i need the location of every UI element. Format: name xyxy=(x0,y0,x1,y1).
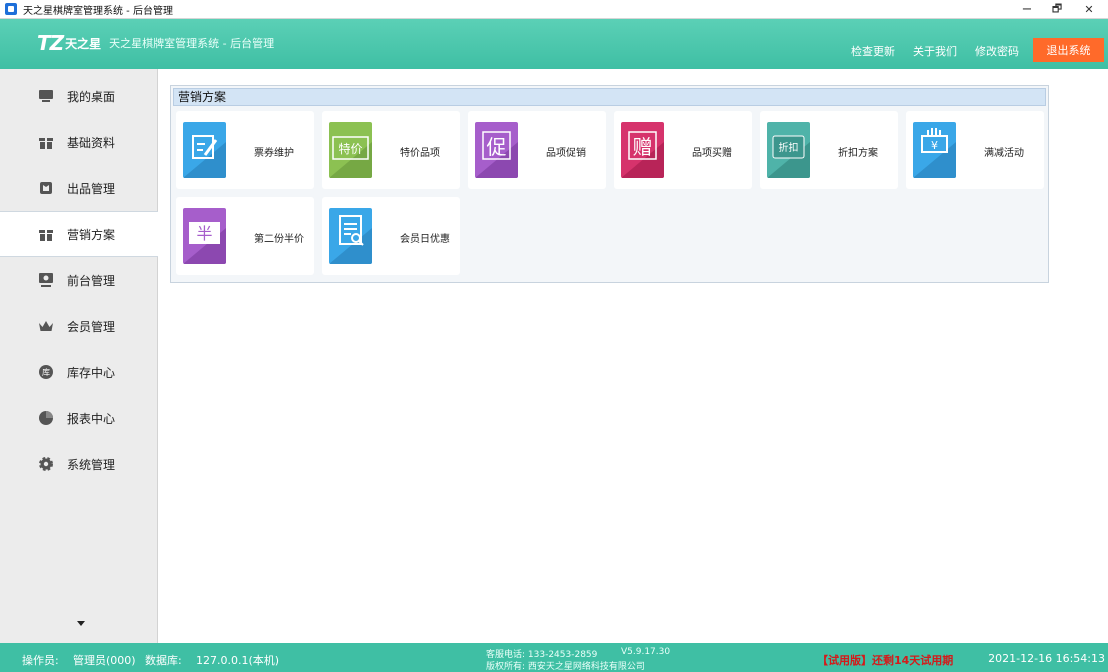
svg-text:赠: 赠 xyxy=(633,135,653,159)
tile-discount-plan[interactable]: 折扣 折扣方案 xyxy=(760,111,898,189)
monitor-icon xyxy=(38,88,54,104)
sidebar-item-label: 基础资料 xyxy=(67,135,116,150)
operator-value: 管理员(000) xyxy=(73,654,136,667)
sidebar-item-marketing[interactable]: 营销方案 xyxy=(0,211,158,257)
ticket-edit-icon xyxy=(183,122,226,178)
warehouse-icon: 库 xyxy=(38,364,54,380)
crown-icon xyxy=(38,318,54,334)
tile-label: 票券维护 xyxy=(254,148,294,159)
app-icon xyxy=(5,3,17,15)
special-price-icon: 特价 xyxy=(329,122,372,178)
tile-member-day[interactable]: 会员日优惠 xyxy=(322,197,460,275)
trial-notice: 【试用版】还剩14天试用期 xyxy=(817,654,954,667)
tile-label: 品项买赠 xyxy=(692,148,732,159)
logo-brand: 天之星 xyxy=(65,36,102,51)
close-button[interactable]: ✕ xyxy=(1074,0,1104,19)
sidebar-item-member[interactable]: 会员管理 xyxy=(0,303,157,349)
version: V5.9.17.30 xyxy=(621,647,671,657)
status-bar: 操作员: 管理员(000) 数据库: 127.0.0.1(本机) 客服电话: 1… xyxy=(0,643,1108,672)
header-subtitle: 天之星棋牌室管理系统 - 后台管理 xyxy=(109,37,275,50)
sidebar-item-label: 会员管理 xyxy=(67,319,116,334)
copyright: 版权所有: 西安天之星网络科技有限公司 xyxy=(486,662,645,672)
svg-text:促: 促 xyxy=(487,135,507,159)
tile-label: 折扣方案 xyxy=(838,148,878,159)
tile-special-price[interactable]: 特价 特价品项 xyxy=(322,111,460,189)
sidebar-item-basic-data[interactable]: 基础资料 xyxy=(0,119,157,165)
database-label: 数据库: xyxy=(145,654,182,667)
operator-label: 操作员: xyxy=(22,654,59,667)
tile-label: 第二份半价 xyxy=(254,234,304,245)
tile-ticket-maintenance[interactable]: 票券维护 xyxy=(176,111,314,189)
logout-button[interactable]: 退出系统 xyxy=(1033,38,1104,62)
tile-label: 满减活动 xyxy=(984,148,1024,159)
sidebar-item-label: 报表中心 xyxy=(67,411,116,426)
sidebar-item-label: 我的桌面 xyxy=(67,89,116,104)
discount-icon: 折扣 xyxy=(767,122,810,178)
svg-text:库: 库 xyxy=(42,367,50,377)
svg-text:折扣: 折扣 xyxy=(779,141,799,154)
pie-chart-icon xyxy=(38,410,54,426)
check-update-link[interactable]: 检查更新 xyxy=(851,43,895,59)
tile-second-half-price[interactable]: 半 第二份半价 xyxy=(176,197,314,275)
sidebar-item-product[interactable]: 出品管理 xyxy=(0,165,157,211)
tile-label: 特价品项 xyxy=(400,148,440,159)
document-search-icon xyxy=(329,208,372,264)
sidebar-item-label: 出品管理 xyxy=(67,181,116,196)
sidebar-item-front-desk[interactable]: 前台管理 xyxy=(0,257,157,303)
gift-box-icon xyxy=(38,226,54,242)
sidebar-item-reports[interactable]: 报表中心 xyxy=(0,395,157,441)
tile-label: 会员日优惠 xyxy=(400,234,450,245)
money-hand-icon: ¥ xyxy=(913,122,956,178)
app-header: TZ 天之星 天之星棋牌室管理系统 - 后台管理 检查更新 关于我们 修改密码 … xyxy=(0,19,1108,69)
sidebar-item-label: 营销方案 xyxy=(67,227,116,242)
marketing-panel: 营销方案 票券维护 特价 特价品项 促 品项促销 赠 品项买赠 折扣 折扣方案 … xyxy=(170,85,1049,283)
sidebar-item-inventory[interactable]: 库 库存中心 xyxy=(0,349,157,395)
half-price-icon: 半 xyxy=(183,208,226,264)
datetime: 2021-12-16 16:54:13 xyxy=(988,652,1105,665)
sidebar-item-system[interactable]: 系统管理 xyxy=(0,441,157,487)
minimize-button[interactable]: − xyxy=(1012,0,1042,19)
logo: TZ 天之星 天之星棋牌室管理系统 - 后台管理 xyxy=(37,29,274,57)
tile-full-reduction[interactable]: ¥ 满减活动 xyxy=(906,111,1044,189)
database-value: 127.0.0.1(本机) xyxy=(196,654,280,667)
tile-item-promotion[interactable]: 促 品项促销 xyxy=(468,111,606,189)
gift-icon: 赠 xyxy=(621,122,664,178)
svg-text:¥: ¥ xyxy=(931,139,938,152)
tile-label: 品项促销 xyxy=(546,148,586,159)
gear-icon xyxy=(38,456,54,472)
sidebar-scroll-down-icon[interactable] xyxy=(77,621,85,626)
screen-user-icon xyxy=(38,272,54,288)
sidebar-item-label: 系统管理 xyxy=(67,457,116,472)
shirt-icon xyxy=(38,180,54,196)
tile-buy-gift[interactable]: 赠 品项买赠 xyxy=(614,111,752,189)
restore-button[interactable]: 🗗 xyxy=(1042,0,1072,19)
svg-text:半: 半 xyxy=(196,224,212,243)
sidebar-item-label: 库存中心 xyxy=(67,365,116,380)
about-link[interactable]: 关于我们 xyxy=(913,43,957,59)
sidebar-item-desktop[interactable]: 我的桌面 xyxy=(0,73,157,119)
window-titlebar: 天之星棋牌室管理系统 - 后台管理 − 🗗 ✕ xyxy=(0,0,1108,19)
window-title: 天之星棋牌室管理系统 - 后台管理 xyxy=(23,5,173,17)
gift-box-icon xyxy=(38,134,54,150)
sidebar-item-label: 前台管理 xyxy=(67,273,116,288)
logo-mark: TZ xyxy=(37,31,64,55)
promotion-icon: 促 xyxy=(475,122,518,178)
panel-title: 营销方案 xyxy=(173,88,1046,106)
change-password-link[interactable]: 修改密码 xyxy=(975,43,1019,59)
sidebar: 我的桌面 基础资料 出品管理 营销方案 前台管理 会员管理 库 库存中心 报表中… xyxy=(0,69,158,643)
svg-text:特价: 特价 xyxy=(338,141,362,156)
